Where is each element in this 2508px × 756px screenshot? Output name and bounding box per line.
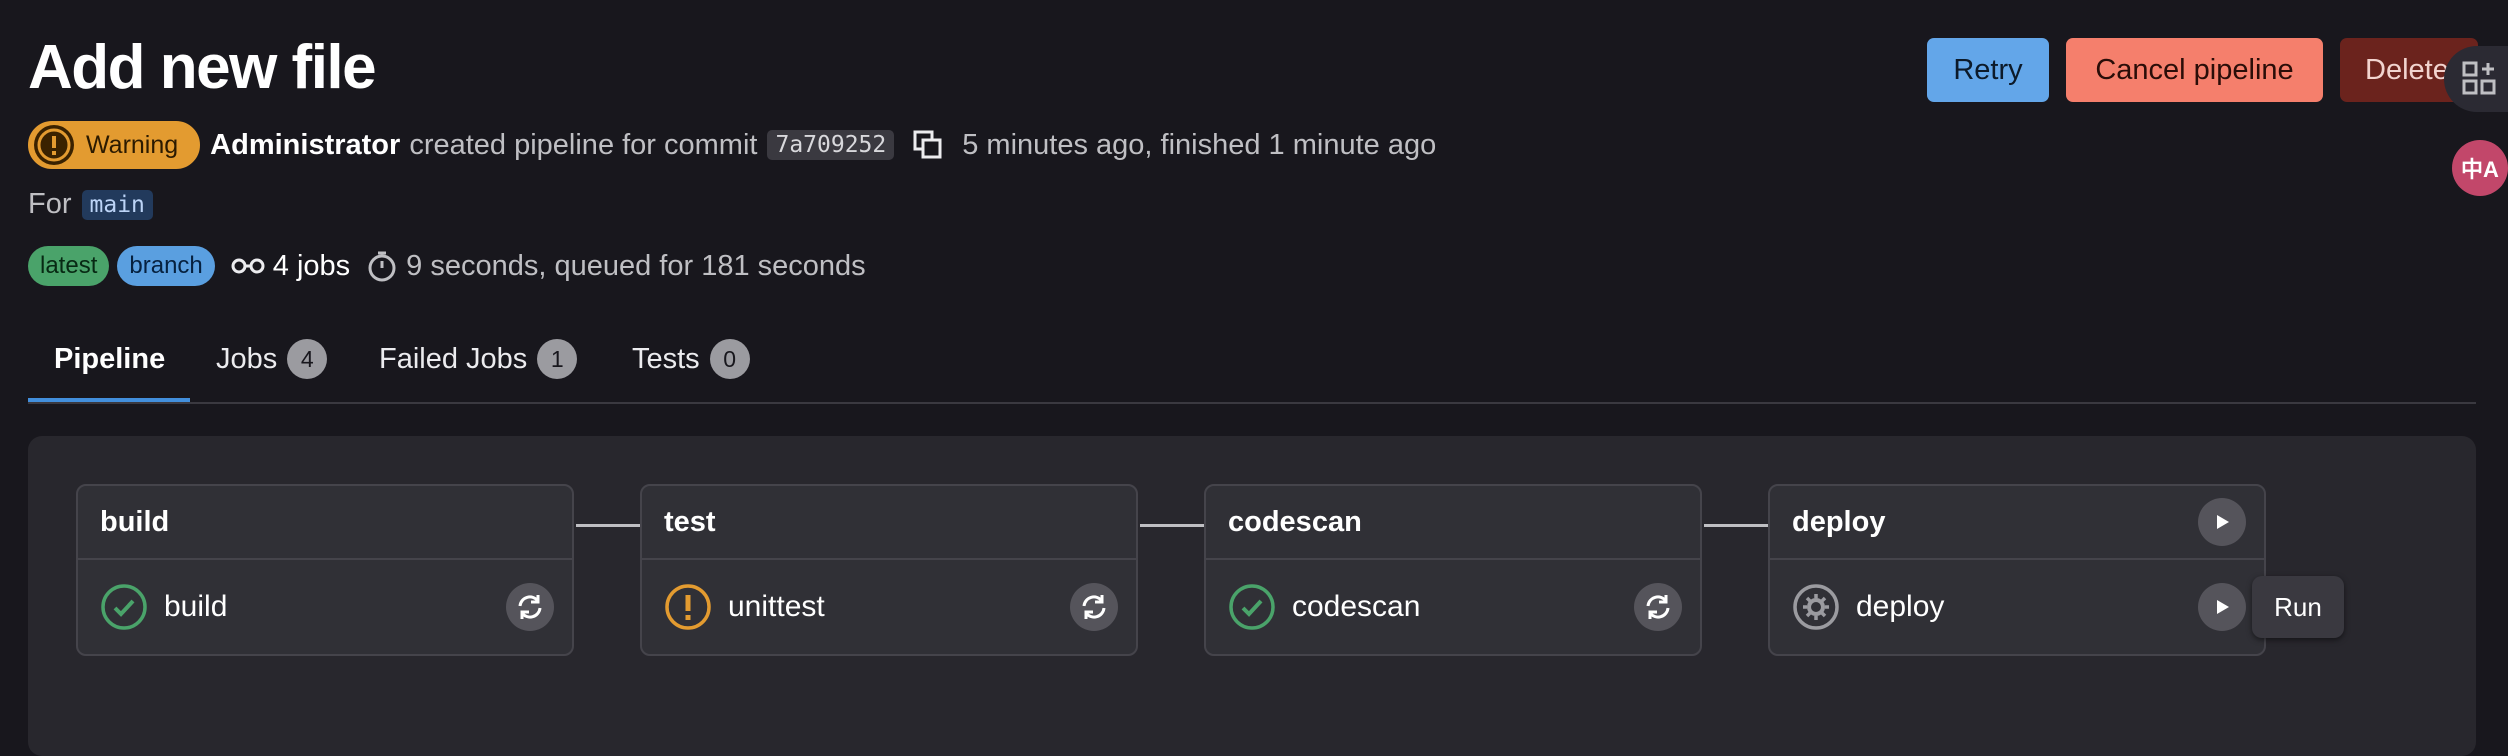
job-deploy[interactable]: deploy: [1770, 560, 2264, 654]
copy-sha-icon[interactable]: [912, 129, 944, 161]
translate-widget-button[interactable]: 中A: [2452, 140, 2508, 196]
tab-count-badge: 0: [709, 339, 750, 379]
warning-icon: [34, 125, 74, 165]
job-unittest[interactable]: unittest: [642, 560, 1136, 654]
stage-connector: [576, 524, 640, 527]
tab-failed-jobs[interactable]: Failed Jobs 1: [379, 316, 578, 402]
tab-label: Failed Jobs: [379, 342, 528, 375]
pipeline-tabs: Pipeline Jobs 4 Failed Jobs 1 Tests 0: [28, 316, 2476, 404]
duration-text: 9 seconds, queued for 181 seconds: [406, 249, 866, 282]
stage-connector: [1140, 524, 1204, 527]
job-codescan[interactable]: codescan: [1206, 560, 1700, 654]
tab-label: Tests: [632, 342, 700, 375]
stage-deploy: deploy deploy: [1768, 484, 2266, 656]
tab-pipeline[interactable]: Pipeline: [54, 316, 165, 402]
job-name: codescan: [1292, 590, 1421, 623]
apps-widget-button[interactable]: [2444, 46, 2508, 112]
tab-active-indicator: [28, 398, 190, 402]
stage-title: codescan: [1206, 486, 1700, 560]
latest-badge: latest: [28, 246, 110, 286]
stage-test: test unittest: [640, 484, 1138, 656]
play-job-icon[interactable]: [2198, 583, 2246, 631]
author-link[interactable]: Administrator: [210, 129, 400, 162]
ref-link[interactable]: main: [81, 189, 153, 220]
jobs-count: 4 jobs: [231, 250, 350, 283]
success-status-icon: [1228, 583, 1276, 631]
timer-icon: [368, 251, 396, 282]
grid-plus-icon: [2462, 61, 2496, 95]
pipeline-ref: For main: [28, 188, 153, 221]
tab-jobs[interactable]: Jobs 4: [216, 316, 328, 402]
play-stage-icon[interactable]: [2198, 498, 2246, 546]
tab-count-badge: 1: [537, 339, 578, 379]
job-name: deploy: [1856, 590, 1945, 623]
branch-badge: branch: [117, 246, 215, 286]
stage-build: build build: [76, 484, 574, 656]
retry-job-icon[interactable]: [506, 583, 554, 631]
job-build[interactable]: build: [78, 560, 572, 654]
status-label: Warning: [86, 130, 179, 159]
translate-icon: 中A: [2461, 157, 2499, 182]
cancel-pipeline-button[interactable]: Cancel pipeline: [2066, 38, 2323, 102]
stage-title: test: [642, 486, 1136, 560]
tab-label: Pipeline: [54, 342, 166, 375]
timestamp-text: 5 minutes ago, finished 1 minute ago: [962, 128, 1437, 161]
stage-header: deploy: [1770, 486, 2264, 560]
job-name: unittest: [728, 590, 825, 623]
created-text: created pipeline for commit: [409, 128, 758, 161]
stage-connector: [1704, 524, 1768, 527]
job-name: build: [164, 590, 228, 623]
retry-button[interactable]: Retry: [1927, 38, 2049, 102]
retry-job-icon[interactable]: [1070, 583, 1118, 631]
stage-codescan: codescan codescan: [1204, 484, 1702, 656]
retry-job-icon[interactable]: [1634, 583, 1682, 631]
commit-sha-link[interactable]: 7a709252: [767, 130, 895, 160]
run-tooltip: Run: [2252, 576, 2344, 638]
warning-status-icon: [664, 583, 712, 631]
tab-label: Jobs: [216, 342, 278, 375]
pipeline-summary: Warning Administrator created pipeline f…: [28, 120, 1436, 170]
tab-count-badge: 4: [287, 339, 328, 379]
for-label: For: [28, 188, 72, 220]
pipeline-badges: latest branch 4 jobs 9 seconds, queued f…: [28, 244, 866, 288]
jobs-count-text: 4 jobs: [272, 249, 351, 282]
page-title: Add new file: [28, 33, 377, 102]
success-status-icon: [100, 583, 148, 631]
stage-title: build: [78, 486, 572, 560]
tab-tests[interactable]: Tests 0: [632, 316, 750, 402]
stage-title: deploy: [1792, 505, 1886, 538]
duration: 9 seconds, queued for 181 seconds: [366, 250, 866, 283]
manual-gear-status-icon: [1792, 583, 1840, 631]
pipeline-icon: [231, 258, 265, 274]
status-badge[interactable]: Warning: [28, 121, 201, 169]
